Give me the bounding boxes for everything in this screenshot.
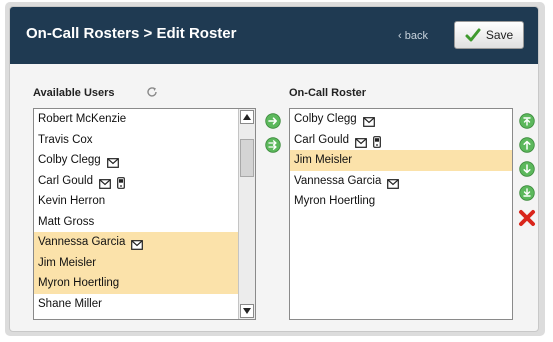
- roster-list-item[interactable]: Vannessa Garcia: [290, 171, 512, 192]
- available-users-list[interactable]: Robert McKenzie Travis Cox Colby Clegg Carl…: [33, 108, 256, 320]
- available-user-name: Myron Hoertling: [38, 277, 120, 289]
- available-list-item[interactable]: Kevin Herron: [34, 191, 238, 212]
- available-users-scrollbar[interactable]: [238, 109, 255, 319]
- available-user-name: Matt Gross: [38, 215, 95, 228]
- envelope-icon: [355, 135, 367, 148]
- available-user-name: Jim Meisler: [38, 256, 97, 269]
- available-user-name: Kevin Herron: [38, 195, 106, 207]
- move-to-top-button[interactable]: [519, 113, 535, 129]
- available-list-item[interactable]: Shane Miller: [34, 294, 238, 315]
- move-up-button[interactable]: [519, 137, 535, 153]
- roster-user-name: Jim Meisler: [294, 154, 353, 166]
- available-user-name: Carl Gould: [38, 174, 93, 187]
- roster-user-name: Vannessa Garcia: [294, 174, 382, 187]
- dialog-frame: On-Call Rosters > Edit Roster ‹ back Sav…: [5, 2, 545, 336]
- envelope-icon: [131, 237, 144, 251]
- roster-user-name: Colby Clegg: [294, 113, 357, 125]
- remove-from-roster-button[interactable]: [518, 209, 536, 227]
- roster-list-item[interactable]: Myron Hoertling: [290, 191, 512, 212]
- available-list-item[interactable]: Colby Clegg: [34, 150, 238, 171]
- available-users-label: Available Users: [33, 87, 115, 99]
- envelope-icon: [387, 176, 400, 189]
- roster-list-item[interactable]: Jim Meisler: [290, 150, 512, 171]
- back-link[interactable]: ‹ back: [398, 30, 428, 42]
- available-user-name: Colby Clegg: [38, 154, 101, 166]
- available-list-item[interactable]: Vannessa Garcia: [34, 232, 238, 253]
- available-users-rows: Robert McKenzie Travis Cox Colby Clegg Carl…: [34, 109, 238, 314]
- move-to-bottom-button[interactable]: [519, 185, 535, 201]
- available-user-name: Vannessa Garcia: [38, 236, 126, 248]
- arrow-down-icon: [243, 308, 251, 314]
- envelope-icon: [99, 176, 111, 189]
- scroll-down-button[interactable]: [240, 304, 254, 318]
- phone-icon: [373, 135, 385, 148]
- envelope-icon: [362, 114, 375, 128]
- refresh-icon[interactable]: [146, 86, 158, 98]
- available-list-item[interactable]: Carl Gould: [34, 171, 238, 192]
- page-title: On-Call Rosters > Edit Roster: [26, 25, 237, 42]
- on-call-roster-list[interactable]: Colby Clegg Carl Gould Jim Meisler Vannessa…: [289, 108, 513, 320]
- available-list-item[interactable]: Myron Hoertling: [34, 273, 238, 294]
- scroll-thumb[interactable]: [240, 139, 254, 177]
- on-call-roster-label: On-Call Roster: [289, 87, 367, 99]
- roster-user-name: Myron Hoertling: [294, 195, 376, 207]
- available-user-name: Robert McKenzie: [38, 113, 127, 125]
- arrow-up-icon: [243, 114, 251, 120]
- save-button[interactable]: Save: [454, 21, 524, 49]
- roster-list-item[interactable]: Colby Clegg: [290, 109, 512, 130]
- available-user-name: Travis Cox: [38, 133, 93, 146]
- header-bar: On-Call Rosters > Edit Roster ‹ back Sav…: [10, 7, 538, 64]
- roster-list-item[interactable]: Carl Gould: [290, 130, 512, 151]
- available-list-item[interactable]: Matt Gross: [34, 212, 238, 233]
- available-list-item[interactable]: Travis Cox: [34, 130, 238, 151]
- phone-icon: [117, 176, 129, 189]
- edit-roster-panel: On-Call Rosters > Edit Roster ‹ back Sav…: [9, 6, 539, 332]
- on-call-roster-rows: Colby Clegg Carl Gould Jim Meisler Vannessa…: [290, 109, 512, 212]
- available-user-name: Shane Miller: [38, 297, 102, 310]
- add-to-roster-button[interactable]: [265, 113, 281, 129]
- save-label: Save: [485, 28, 514, 42]
- add-all-to-roster-button[interactable]: [265, 137, 281, 153]
- move-down-button[interactable]: [519, 161, 535, 177]
- checkmark-icon: [465, 28, 481, 42]
- available-list-item[interactable]: Jim Meisler: [34, 252, 238, 273]
- scroll-up-button[interactable]: [240, 110, 254, 124]
- roster-user-name: Carl Gould: [294, 133, 349, 146]
- available-list-item[interactable]: Robert McKenzie: [34, 109, 238, 130]
- envelope-icon: [106, 155, 119, 169]
